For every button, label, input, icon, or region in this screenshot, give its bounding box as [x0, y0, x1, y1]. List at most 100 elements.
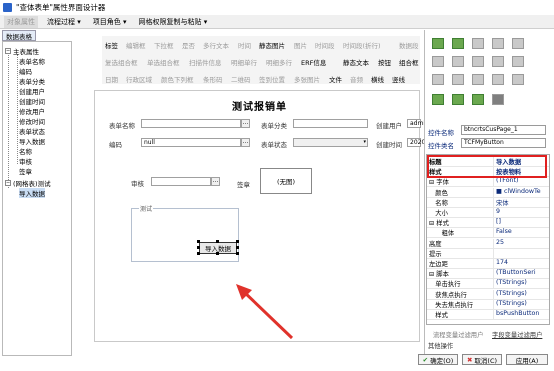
object-props-button[interactable]: 对象属性: [4, 15, 38, 28]
center-h-icon[interactable]: [472, 74, 484, 85]
align-center-icon[interactable]: [452, 38, 464, 49]
property-row[interactable]: 名称 宋体: [427, 197, 549, 208]
tree-node[interactable]: 创建时间: [19, 96, 45, 106]
property-row[interactable]: 单击执行 (TStrings): [427, 279, 549, 290]
property-value[interactable]: 25: [493, 238, 549, 248]
palette-control[interactable]: 文件: [329, 74, 342, 84]
palette-control[interactable]: 按钮: [378, 57, 391, 67]
palette-control[interactable]: 日期: [105, 74, 118, 84]
name-input[interactable]: [141, 119, 241, 128]
tab-field-filter[interactable]: 字段变量过滤用户: [492, 330, 542, 339]
property-value[interactable]: bsPushButton: [493, 310, 549, 319]
tab-data-grid[interactable]: 数据表格: [2, 30, 36, 41]
property-row[interactable]: 提示: [427, 248, 549, 259]
palette-control[interactable]: 多行文本: [203, 40, 229, 50]
property-row[interactable]: 左边距 174: [427, 259, 549, 269]
palette-control[interactable]: 多张图片: [294, 74, 320, 84]
tree-node[interactable]: 修改时间: [19, 116, 45, 126]
palette-control[interactable]: 时间段: [315, 40, 335, 50]
tree-node[interactable]: 编码: [19, 66, 32, 76]
tree-node-main[interactable]: − 主表属性: [5, 46, 39, 56]
align-top-icon[interactable]: [432, 56, 444, 67]
ok-button[interactable]: ✔ 确定(O): [418, 354, 458, 365]
palette-control[interactable]: ERF信息: [301, 57, 326, 67]
palette-control[interactable]: 签到位置: [259, 74, 285, 84]
created-input[interactable]: 2020: [407, 138, 425, 147]
property-value[interactable]: False: [493, 228, 549, 238]
property-value[interactable]: (TStrings): [493, 279, 549, 289]
property-row[interactable]: ⊟ 样式 []: [427, 218, 549, 229]
tree-node[interactable]: 创建用户: [19, 86, 45, 96]
lock-icon[interactable]: [472, 94, 484, 105]
palette-control[interactable]: 是否: [182, 40, 195, 50]
creator-input[interactable]: admi: [407, 119, 425, 128]
palette-control[interactable]: 标签: [105, 40, 118, 50]
palette-control[interactable]: 组合框: [399, 57, 419, 67]
tree-node[interactable]: 修改用户: [19, 106, 45, 116]
palette-control[interactable]: 下拉框: [154, 40, 174, 50]
palette-control[interactable]: 行政区域: [126, 74, 152, 84]
property-value[interactable]: []: [493, 218, 549, 228]
palette-control[interactable]: 明细单行: [231, 57, 257, 67]
align-right-icon[interactable]: [472, 38, 484, 49]
palette-control[interactable]: 复选组合框: [105, 57, 138, 67]
palette-control[interactable]: 时间: [238, 40, 251, 50]
property-row[interactable]: 颜色 ■ clWindowTe: [427, 187, 549, 198]
status-select[interactable]: ▾: [293, 138, 368, 147]
palette-control[interactable]: 时间段(折行): [343, 40, 381, 50]
grid-icon[interactable]: [492, 94, 504, 105]
property-row[interactable]: 获焦点执行 (TStrings): [427, 289, 549, 300]
grid-permission-menu[interactable]: 网格权限复制与粘贴 ▾: [136, 16, 211, 28]
palette-control[interactable]: 图片: [294, 40, 307, 50]
palette-control[interactable]: 静态图片: [259, 40, 285, 50]
apply-button[interactable]: 应用(A): [506, 354, 548, 365]
same-width-icon[interactable]: [492, 56, 504, 67]
cancel-button[interactable]: ✖ 取消(C): [462, 354, 502, 365]
bring-front-icon[interactable]: [432, 94, 444, 105]
palette-control[interactable]: 颜色下列框: [161, 74, 194, 84]
property-row[interactable]: 样式 bsPushButton: [427, 310, 549, 320]
code-input[interactable]: null: [141, 138, 241, 147]
send-back-icon[interactable]: [452, 94, 464, 105]
control-class-input[interactable]: TCFMyButton: [461, 138, 546, 148]
same-size-icon[interactable]: [512, 74, 524, 85]
space-v-icon[interactable]: [512, 38, 524, 49]
space-h-icon[interactable]: [492, 38, 504, 49]
property-value[interactable]: [493, 248, 549, 258]
tree-node-selected[interactable]: 导入数据: [19, 188, 45, 198]
tree-node[interactable]: 表单名称: [19, 56, 45, 66]
tree-node[interactable]: 名称: [19, 146, 32, 156]
property-value[interactable]: (TStrings): [493, 299, 549, 309]
palette-control[interactable]: 数据段: [399, 40, 419, 50]
palette-control[interactable]: 条形码: [203, 74, 223, 84]
ellipsis-button[interactable]: ...: [211, 177, 220, 186]
distribute-v-icon[interactable]: [452, 74, 464, 85]
property-value[interactable]: (TButtonSeri: [493, 269, 549, 279]
align-middle-icon[interactable]: [452, 56, 464, 67]
align-left-icon[interactable]: [432, 38, 444, 49]
signature-image[interactable]: (无图): [260, 168, 312, 194]
center-v-icon[interactable]: [492, 74, 504, 85]
palette-control[interactable]: 音频: [350, 74, 363, 84]
tree-node-grid[interactable]: − (网格表)测试: [5, 178, 51, 188]
review-input[interactable]: [151, 177, 211, 186]
property-value[interactable]: (TFont): [493, 177, 549, 187]
palette-control[interactable]: 扫描件信息: [189, 57, 222, 67]
property-value[interactable]: 宋体: [493, 197, 549, 207]
tree-node[interactable]: 导入数据: [19, 136, 45, 146]
property-value[interactable]: 174: [493, 259, 549, 268]
property-row[interactable]: ⊟ 脚本 (TButtonSeri: [427, 269, 549, 280]
palette-control[interactable]: 竖线: [392, 74, 405, 84]
tree-node[interactable]: 表单状态: [19, 126, 45, 136]
property-row[interactable]: ⊟ 字体 (TFont): [427, 177, 549, 188]
property-value[interactable]: (TStrings): [493, 289, 549, 299]
palette-control[interactable]: 编辑框: [126, 40, 146, 50]
palette-control[interactable]: 静态文本: [343, 57, 369, 67]
distribute-icon[interactable]: [432, 74, 444, 85]
category-input[interactable]: [293, 119, 368, 128]
tab-flow-filter[interactable]: 流程变量过滤用户: [433, 330, 483, 339]
palette-control[interactable]: 明细多行: [266, 57, 292, 67]
same-height-icon[interactable]: [512, 56, 524, 67]
ellipsis-button[interactable]: ...: [241, 138, 250, 147]
control-name-input[interactable]: btncrtsCusPage_1: [461, 125, 546, 135]
